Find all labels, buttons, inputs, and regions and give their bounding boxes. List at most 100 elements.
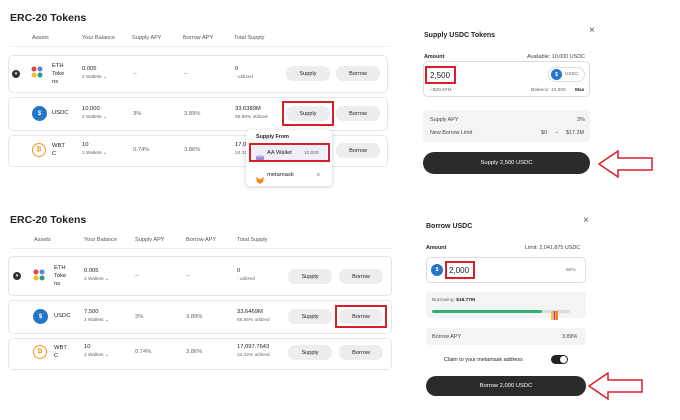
borrow-apy: 3.89% xyxy=(184,111,201,117)
borrow-apy-value: 3.89% xyxy=(562,334,578,340)
supply-submit-button[interactable]: Supply 2,500 USDC xyxy=(423,152,590,174)
asset-name: ETH Toke ns xyxy=(54,265,67,287)
bitcoin-icon: ₿ xyxy=(32,143,46,157)
asset-name: WBT C xyxy=(52,143,65,157)
toggle-knob xyxy=(560,356,567,363)
bottom-section-title: ERC-20 Tokens xyxy=(10,214,87,226)
borrow-limit-to: $17.3M xyxy=(566,130,584,136)
balance-value: 10 xyxy=(82,142,89,148)
highlight-box xyxy=(425,66,456,84)
borrowing-info-box xyxy=(426,292,586,318)
wallets-dropdown[interactable]: 2 Wallets ⌄ xyxy=(84,353,109,358)
borrow-button[interactable]: Borrow xyxy=(336,143,380,158)
wallets-dropdown[interactable]: 2 Wallets ⌄ xyxy=(84,318,109,323)
supply-button[interactable]: Supply xyxy=(288,309,332,324)
supply-button[interactable]: Supply xyxy=(286,66,330,81)
dropdown-item-value: 0 xyxy=(317,173,320,178)
amount-label: Amount xyxy=(424,54,445,60)
utilized: 85.95% utilized xyxy=(235,115,268,120)
total-supply: 0 xyxy=(237,268,241,274)
header-divider xyxy=(10,46,390,47)
claim-toggle[interactable] xyxy=(551,355,568,364)
header-borrow-apy: Borrow APY xyxy=(186,237,217,243)
eth-tokens-icon xyxy=(32,268,46,282)
utilized: 24.32% utilized xyxy=(237,353,270,358)
supply-apy: 3% xyxy=(135,314,144,320)
max-button[interactable]: Max xyxy=(575,88,584,93)
highlight-box xyxy=(249,143,330,162)
header-balance: Your Balance xyxy=(84,237,118,243)
dropdown-item-metamask[interactable]: metamask xyxy=(267,172,294,178)
header-total-supply: Total Supply xyxy=(234,35,265,41)
borrow-button[interactable]: Borrow xyxy=(336,106,380,121)
borrow-button[interactable]: Borrow xyxy=(336,66,380,81)
dropdown-title: Supply From xyxy=(256,134,289,140)
asset-name: WBT C xyxy=(54,345,67,359)
token-label: USDC xyxy=(565,72,579,77)
borrow-apy: 3.86% xyxy=(184,147,201,153)
wallets-dropdown[interactable]: 2 Wallets ⌄ xyxy=(82,75,107,80)
expand-chevron-icon[interactable]: ▾ xyxy=(13,272,21,280)
borrow-apy: -- xyxy=(186,273,190,279)
limit-marker-icon xyxy=(551,307,558,320)
borrow-limit-from: $0 xyxy=(541,130,547,136)
borrow-apy: 3.86% xyxy=(186,349,203,355)
header-assets: Assets xyxy=(32,35,49,41)
borrow-button[interactable]: Borrow xyxy=(339,345,383,360)
total-supply: 17,097.7643 xyxy=(237,344,270,350)
total-supply: 33.6469M xyxy=(237,309,263,315)
wallets-dropdown[interactable]: 2 Wallets ⌄ xyxy=(84,277,109,282)
total-supply: 33.6389M xyxy=(235,106,261,112)
limit-text: Limit: 2,041.875 USDC xyxy=(525,245,581,251)
wallets-dropdown[interactable]: 2 Wallets ⌄ xyxy=(82,115,107,120)
highlight-box xyxy=(335,305,387,328)
supply-button[interactable]: Supply xyxy=(288,345,332,360)
borrow-apy: -- xyxy=(184,71,188,77)
header-borrow-apy: Borrow APY xyxy=(183,35,214,41)
supply-button[interactable]: Supply xyxy=(288,269,332,284)
table-row xyxy=(8,55,388,93)
supply-apy: 0.74% xyxy=(135,349,152,355)
supply-apy: -- xyxy=(133,71,137,77)
balance-value: 0.005 xyxy=(82,66,97,72)
asset-name: USDC xyxy=(54,313,71,319)
usdc-icon: $ xyxy=(32,106,47,121)
borrow-apy-label: Borrow APY xyxy=(432,334,462,340)
eth-tokens-icon xyxy=(30,65,44,79)
highlight-box xyxy=(445,261,475,279)
total-supply: 0 xyxy=(235,66,239,72)
asset-name: USDC xyxy=(52,110,69,116)
borrow-button[interactable]: Borrow xyxy=(339,269,383,284)
claim-label: Claim to your metamask address xyxy=(444,357,523,363)
supply-apy-label: Supply APY xyxy=(430,117,459,123)
available-text: Available: 10,000 USDC xyxy=(527,54,586,60)
borrow-submit-button[interactable]: Borrow 2,000 USDC xyxy=(426,376,586,396)
close-icon[interactable]: × xyxy=(589,25,595,36)
usdc-icon: $ xyxy=(431,264,443,276)
header-balance: Your Balance xyxy=(82,35,116,41)
bitcoin-icon: ₿ xyxy=(33,345,47,359)
top-section-title: ERC-20 Tokens xyxy=(10,12,87,24)
supply-apy-value: 3% xyxy=(577,117,585,123)
supply-apy: -- xyxy=(135,273,139,279)
expand-chevron-icon[interactable]: ▾ xyxy=(12,70,20,78)
borrow-modal-title: Borrow USDC xyxy=(426,223,473,230)
supply-info-box xyxy=(423,110,590,142)
utilized: - utilized xyxy=(235,75,253,80)
usdc-icon: $ xyxy=(551,69,562,80)
utilized: 85.95% utilized xyxy=(237,318,270,323)
borrow-limit-label: New Borrow Limit xyxy=(430,130,473,136)
metamask-fox-icon xyxy=(256,171,264,184)
header-supply-apy: Supply APY xyxy=(135,237,165,243)
header-divider xyxy=(10,248,392,249)
balance-value: 10 xyxy=(84,344,91,350)
amount-label: Amount xyxy=(426,245,447,251)
borrowing-bar-track xyxy=(432,310,570,313)
header-supply-apy: Supply APY xyxy=(132,35,162,41)
close-icon[interactable]: × xyxy=(583,215,589,226)
supply-apy: 3% xyxy=(133,111,142,117)
wallets-dropdown[interactable]: 2 Wallets ⌄ xyxy=(82,151,107,156)
asset-name: ETH Toke ns xyxy=(52,63,65,85)
balance-value: 10,000 xyxy=(82,106,100,112)
balance-value: 0.005 xyxy=(84,268,99,274)
